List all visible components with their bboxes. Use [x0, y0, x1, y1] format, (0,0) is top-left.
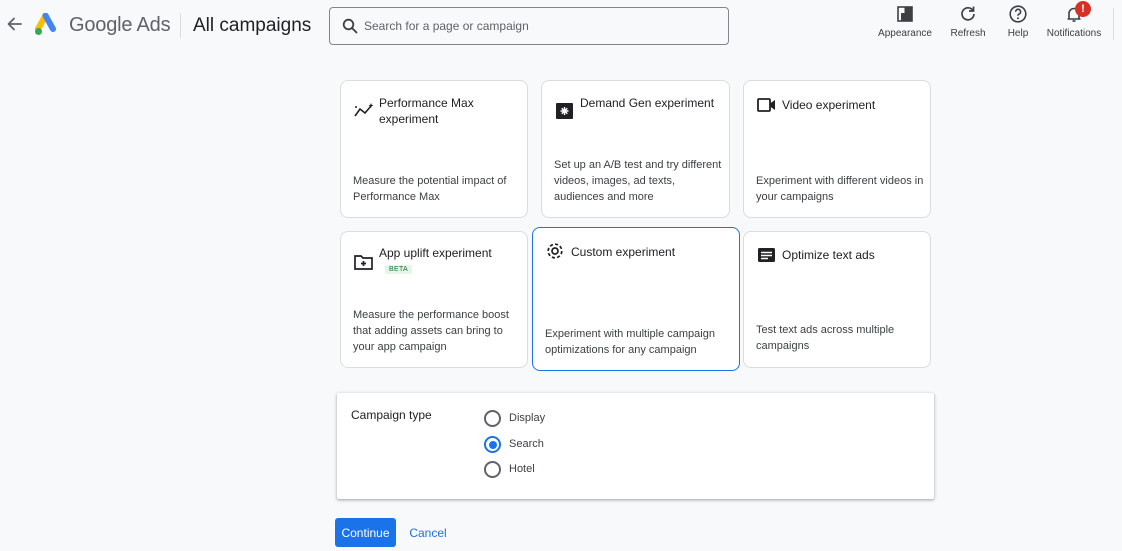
card-custom[interactable]: Custom experiment Experiment with multip…: [532, 227, 740, 371]
google-ads-logo-icon[interactable]: [34, 13, 62, 37]
demand-gen-icon: [556, 103, 573, 119]
card-title: App uplift experiment: [379, 246, 492, 260]
card-description: Measure the potential impact of Performa…: [353, 175, 507, 203]
card-demand-gen[interactable]: Demand Gen experiment Set up an A/B test…: [541, 80, 730, 218]
card-performance-max[interactable]: Performance Max experiment Measure the p…: [340, 80, 528, 218]
card-description: Test text ads across multiple campaigns: [756, 324, 895, 352]
continue-button[interactable]: Continue: [335, 518, 396, 547]
notification-badge: !: [1075, 1, 1091, 17]
radio-label: Search: [509, 438, 544, 450]
cancel-button[interactable]: Cancel: [404, 518, 452, 547]
gear-icon: [547, 243, 563, 259]
card-title: Video experiment: [782, 98, 876, 112]
help-button[interactable]: Help: [1002, 4, 1034, 39]
card-title: Optimize text ads: [782, 248, 875, 262]
appearance-button[interactable]: Appearance: [875, 4, 935, 39]
radio-button[interactable]: [484, 410, 501, 427]
pmax-icon: [354, 103, 374, 117]
notifications-button[interactable]: ! Notifications: [1043, 1, 1105, 39]
card-description: Experiment with multiple campaign optimi…: [545, 328, 715, 356]
card-optimize-text-ads[interactable]: Optimize text ads Test text ads across m…: [743, 231, 931, 368]
refresh-button[interactable]: Refresh: [946, 4, 990, 39]
campaign-type-label: Campaign type: [351, 408, 432, 422]
card-title: Demand Gen experiment: [580, 96, 715, 110]
brand-name: Google Ads: [69, 14, 171, 36]
video-icon: [757, 98, 775, 112]
card-description: Set up an A/B test and try different vid…: [554, 159, 722, 203]
card-video[interactable]: Video experiment Experiment with differe…: [743, 80, 931, 218]
card-title: Performance Max experiment: [379, 96, 474, 126]
card-description: Measure the performance boost that addin…: [353, 309, 509, 353]
notifications-label: Notifications: [1046, 28, 1102, 39]
header-divider: [180, 13, 181, 38]
radio-label: Display: [509, 412, 546, 424]
appearance-label: Appearance: [878, 28, 932, 39]
top-bar: Google Ads All campaigns Appearance Refr…: [0, 0, 1122, 52]
app-folder-icon: [354, 255, 373, 270]
help-icon: [1009, 5, 1027, 23]
search-input[interactable]: [364, 17, 714, 35]
card-description: Experiment with different videos in your…: [756, 175, 924, 203]
page-title: All campaigns: [193, 15, 312, 36]
help-label: Help: [1007, 28, 1029, 39]
card-app-uplift[interactable]: App uplift experiment BETA Measure the p…: [340, 231, 528, 368]
campaign-type-panel: Campaign type Display Search Hotel: [337, 393, 934, 499]
appearance-icon: [897, 6, 913, 22]
header-right-divider: [1113, 8, 1114, 40]
radio-button[interactable]: [484, 461, 501, 478]
search-icon: [342, 18, 358, 34]
beta-badge: BETA: [385, 265, 412, 274]
refresh-label: Refresh: [950, 28, 986, 39]
card-title: Custom experiment: [571, 245, 676, 259]
back-arrow-icon[interactable]: [4, 14, 24, 34]
search-box[interactable]: [329, 7, 729, 45]
text-ad-icon: [758, 248, 775, 262]
radio-label: Hotel: [509, 463, 535, 475]
refresh-icon: [961, 6, 975, 21]
radio-button-checked[interactable]: [484, 436, 501, 453]
